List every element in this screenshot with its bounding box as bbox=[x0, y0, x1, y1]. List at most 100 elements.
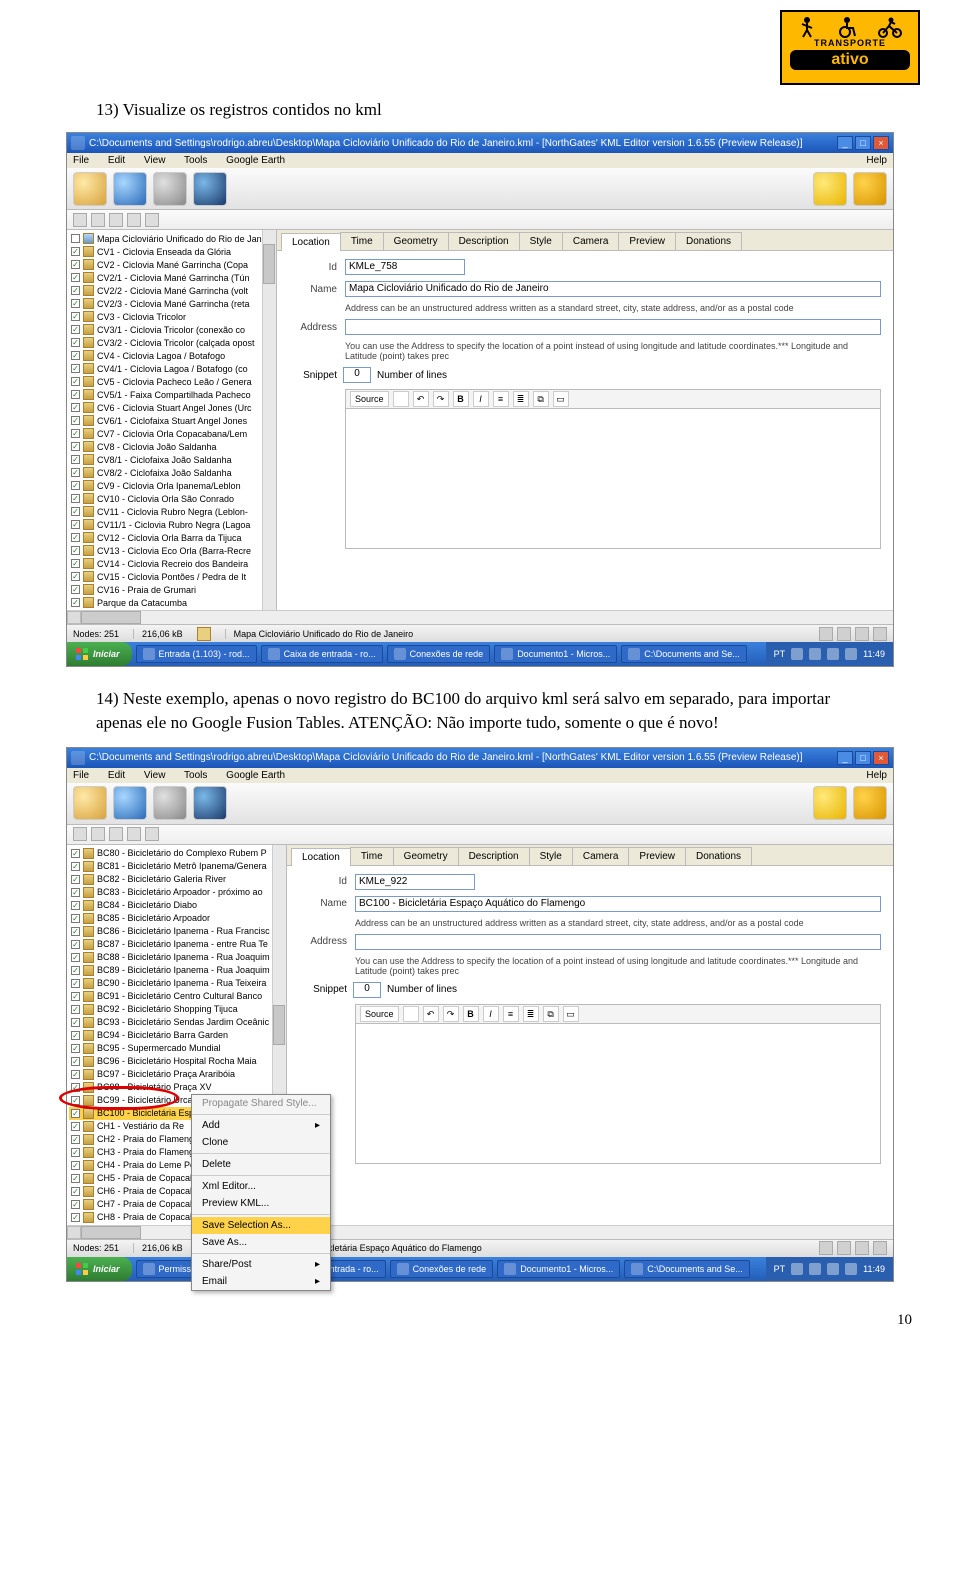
checkbox-icon[interactable]: ✓ bbox=[71, 455, 80, 464]
toolbar-earth-icon[interactable] bbox=[193, 172, 227, 206]
checkbox-icon[interactable]: ✓ bbox=[71, 416, 80, 425]
source-button[interactable]: Source bbox=[350, 391, 389, 407]
checkbox-icon[interactable]: ✓ bbox=[71, 953, 80, 962]
checkbox-icon[interactable]: ✓ bbox=[71, 390, 80, 399]
checkbox-icon[interactable]: ✓ bbox=[71, 572, 80, 581]
checkbox-icon[interactable]: ✓ bbox=[71, 299, 80, 308]
tree-item[interactable]: ✓CV8 - Ciclovia João Saldanha bbox=[69, 440, 274, 453]
tree-item[interactable]: ✓BC88 - Bicicletário Ipanema - Rua Joaqu… bbox=[69, 951, 284, 964]
tree-item[interactable]: ✓CV3 - Ciclovia Tricolor bbox=[69, 310, 274, 323]
taskbar-item[interactable]: Conexões de rede bbox=[387, 645, 491, 663]
tree-item[interactable]: ✓CV2/3 - Ciclovia Mané Garrincha (reta bbox=[69, 297, 274, 310]
ctx-propagate[interactable]: Propagate Shared Style... bbox=[192, 1095, 330, 1112]
toolbar-settings-icon[interactable] bbox=[153, 786, 187, 820]
ctx-save-as[interactable]: Save As... bbox=[192, 1234, 330, 1251]
menu-google-earth[interactable]: Google Earth bbox=[226, 770, 285, 781]
tree-item[interactable]: ✓CV8/2 - Ciclofaixa João Saldanha bbox=[69, 466, 274, 479]
tab-time[interactable]: Time bbox=[340, 232, 384, 250]
tree-item[interactable]: Mapa Cicloviário Unificado do Rio de Jan… bbox=[69, 232, 274, 245]
taskbar-item[interactable]: Documento1 - Micros... bbox=[494, 645, 617, 663]
address-field[interactable] bbox=[355, 934, 881, 950]
tree-item[interactable]: ✓CV9 - Ciclovia Orla Ipanema/Leblon bbox=[69, 479, 274, 492]
tree-item[interactable]: ✓CV5/1 - Faixa Compartilhada Pacheco bbox=[69, 388, 274, 401]
tree-item[interactable]: ✓CV3/2 - Ciclovia Tricolor (calçada opos… bbox=[69, 336, 274, 349]
tab-camera[interactable]: Camera bbox=[572, 847, 630, 865]
mini-icon[interactable] bbox=[127, 827, 141, 841]
tree-item[interactable]: ✓BC90 - Bicicletário Ipanema - Rua Teixe… bbox=[69, 977, 284, 990]
rt-redo-icon[interactable]: ↷ bbox=[433, 391, 449, 407]
close-button[interactable]: × bbox=[873, 136, 889, 150]
tab-time[interactable]: Time bbox=[350, 847, 394, 865]
rt-image-icon[interactable]: ▭ bbox=[553, 391, 569, 407]
address-field[interactable] bbox=[345, 319, 881, 335]
toolbar-settings-icon[interactable] bbox=[153, 172, 187, 206]
tray-icon[interactable] bbox=[845, 648, 857, 660]
checkbox-icon[interactable]: ✓ bbox=[71, 546, 80, 555]
rt-undo-icon[interactable]: ↶ bbox=[413, 391, 429, 407]
tree-item[interactable]: ✓CV12 - Ciclovia Orla Barra da Tijuca bbox=[69, 531, 274, 544]
tree-vscroll[interactable] bbox=[262, 230, 276, 610]
tray-lang[interactable]: PT bbox=[774, 649, 786, 659]
tray-icon[interactable] bbox=[827, 648, 839, 660]
checkbox-icon[interactable]: ✓ bbox=[71, 888, 80, 897]
tab-geometry[interactable]: Geometry bbox=[383, 232, 449, 250]
rt-list-icon[interactable]: ≡ bbox=[493, 391, 509, 407]
checkbox-icon[interactable]: ✓ bbox=[71, 875, 80, 884]
source-button[interactable]: Source bbox=[360, 1006, 399, 1022]
rt-image-icon[interactable]: ▭ bbox=[563, 1006, 579, 1022]
menu-google-earth[interactable]: Google Earth bbox=[226, 155, 285, 166]
mini-icon[interactable] bbox=[109, 827, 123, 841]
rt-bold-icon[interactable]: B bbox=[453, 391, 469, 407]
rt-btn[interactable] bbox=[403, 1006, 419, 1022]
checkbox-icon[interactable]: ✓ bbox=[71, 914, 80, 923]
mini-icon[interactable] bbox=[109, 213, 123, 227]
richtext-area[interactable] bbox=[345, 409, 881, 549]
mini-icon[interactable] bbox=[145, 827, 159, 841]
checkbox-icon[interactable]: ✓ bbox=[71, 351, 80, 360]
menu-view[interactable]: View bbox=[144, 155, 166, 166]
tab-location[interactable]: Location bbox=[281, 233, 341, 251]
tab-style[interactable]: Style bbox=[529, 847, 573, 865]
tab-donations[interactable]: Donations bbox=[675, 232, 742, 250]
name-field[interactable]: Mapa Cicloviário Unificado do Rio de Jan… bbox=[345, 281, 881, 297]
toolbar-duck-icon[interactable] bbox=[813, 172, 847, 206]
minimize-button[interactable]: _ bbox=[837, 751, 853, 765]
menu-help[interactable]: Help bbox=[866, 155, 887, 166]
tree-item[interactable]: ✓BC86 - Bicicletário Ipanema - Rua Franc… bbox=[69, 925, 284, 938]
menu-tools[interactable]: Tools bbox=[184, 770, 207, 781]
richtext-area[interactable] bbox=[355, 1024, 881, 1164]
menu-file[interactable]: File bbox=[73, 770, 89, 781]
tree-item[interactable]: ✓BC84 - Bicicletário Diabo bbox=[69, 899, 284, 912]
checkbox-icon[interactable]: ✓ bbox=[71, 585, 80, 594]
tree-item[interactable]: ✓CV7 - Ciclovia Orla Copacabana/Lem bbox=[69, 427, 274, 440]
tree-item[interactable]: ✓CV2/1 - Ciclovia Mané Garrincha (Tún bbox=[69, 271, 274, 284]
checkbox-icon[interactable]: ✓ bbox=[71, 260, 80, 269]
taskbar-item[interactable]: C:\Documents and Se... bbox=[624, 1260, 750, 1278]
tab-location[interactable]: Location bbox=[291, 848, 351, 866]
tree-item[interactable]: ✓BC85 - Bicicletário Arpoador bbox=[69, 912, 284, 925]
tray-icon[interactable] bbox=[827, 1263, 839, 1275]
checkbox-icon[interactable]: ✓ bbox=[71, 1109, 80, 1118]
tree-item[interactable]: ✓BC94 - Bicicletário Barra Garden bbox=[69, 1029, 284, 1042]
mini-icon[interactable] bbox=[73, 827, 87, 841]
checkbox-icon[interactable]: ✓ bbox=[71, 442, 80, 451]
mini-icon[interactable] bbox=[145, 213, 159, 227]
tree-item[interactable]: ✓CV17 - Ayrton Senna (Barra da Tijuca bbox=[69, 609, 274, 610]
tab-geometry[interactable]: Geometry bbox=[393, 847, 459, 865]
tab-description[interactable]: Description bbox=[448, 232, 520, 250]
toolbar-globe-icon[interactable] bbox=[113, 786, 147, 820]
toolbar-duck2-icon[interactable] bbox=[853, 172, 887, 206]
ctx-email[interactable]: Email▸ bbox=[192, 1273, 330, 1290]
taskbar-item[interactable]: Caixa de entrada - ro... bbox=[261, 645, 383, 663]
tree-item[interactable]: ✓CV11 - Ciclovia Rubro Negra (Leblon- bbox=[69, 505, 274, 518]
ctx-delete[interactable]: Delete bbox=[192, 1156, 330, 1173]
id-field[interactable]: KMLe_922 bbox=[355, 874, 475, 890]
tab-preview[interactable]: Preview bbox=[628, 847, 686, 865]
tree-item[interactable]: ✓BC96 - Bicicletário Hospital Rocha Maia bbox=[69, 1055, 284, 1068]
tree-item[interactable]: ✓CV11/1 - Ciclovia Rubro Negra (Lagoa bbox=[69, 518, 274, 531]
tree-item[interactable]: ✓BC89 - Bicicletário Ipanema - Rua Joaqu… bbox=[69, 964, 284, 977]
checkbox-icon[interactable]: ✓ bbox=[71, 247, 80, 256]
tab-description[interactable]: Description bbox=[458, 847, 530, 865]
rt-italic-icon[interactable]: I bbox=[473, 391, 489, 407]
snippet-lines-field[interactable]: 0 bbox=[343, 367, 371, 383]
